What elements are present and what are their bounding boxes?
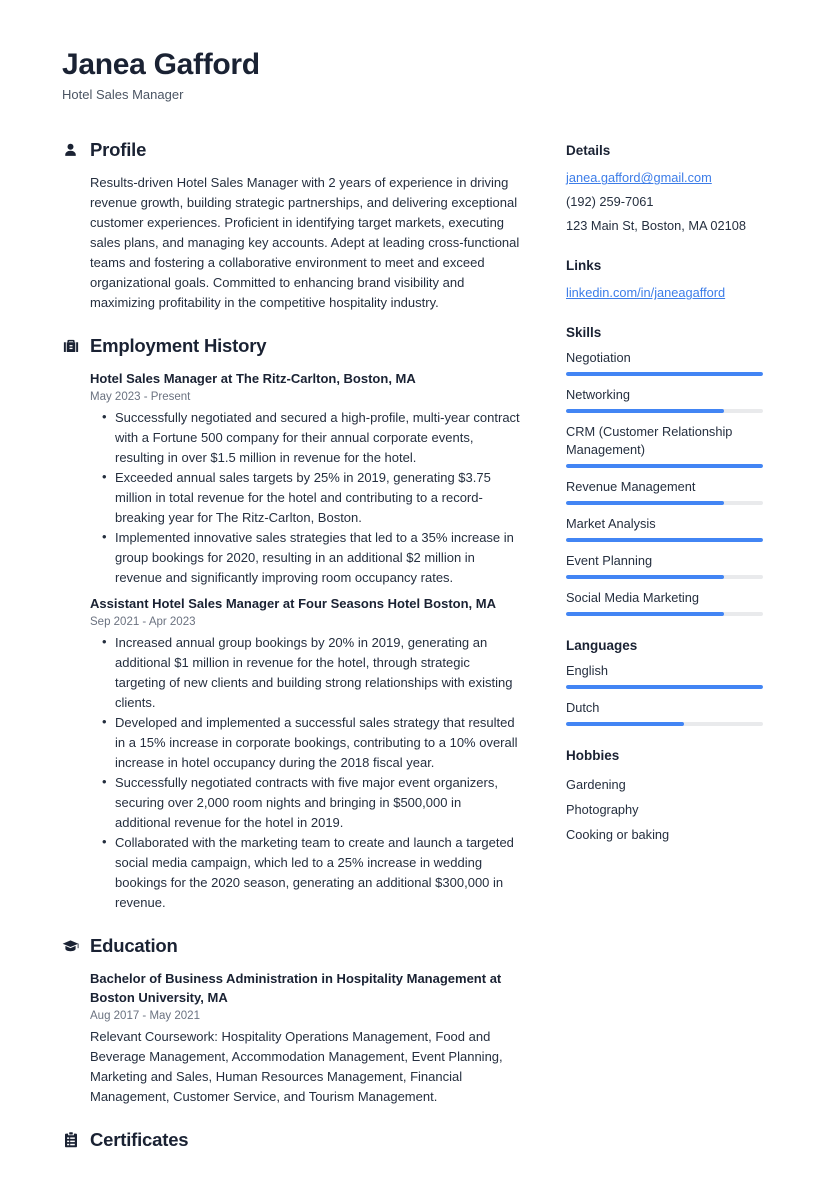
skill-row: Networking [566, 386, 769, 414]
skill-label: Networking [566, 387, 631, 403]
hobbies-title: Hobbies [566, 748, 620, 764]
entry-description: Relevant Coursework: Hospitality Operati… [90, 1029, 503, 1105]
language-label: English [566, 663, 608, 679]
sidebar-column: Details janea.gafford@gmail.com (192) 25… [566, 139, 769, 869]
skill-rating-fill [566, 409, 724, 414]
language-label: Dutch [566, 700, 600, 716]
entry-title: Bachelor of Business Administration in H… [90, 971, 502, 1006]
entry-date: Aug 2017 - May 2021 [90, 1010, 200, 1023]
address-text: 123 Main St, Boston, MA 02108 [566, 218, 746, 234]
section-certificates: Certificates [62, 1129, 520, 1151]
bullet-item: Implemented innovative sales strategies … [90, 527, 520, 588]
section-profile: Profile Results-driven Hotel Sales Manag… [62, 139, 520, 313]
employment-entry: Assistant Hotel Sales Manager at Four Se… [90, 594, 520, 913]
candidate-job-title: Hotel Sales Manager [62, 86, 184, 102]
phone-text: (192) 259-7061 [566, 194, 654, 210]
bullet-item: Successfully negotiated contracts with f… [90, 772, 520, 833]
education-heading: Education [62, 935, 520, 957]
profile-body: Results-driven Hotel Sales Manager with … [62, 173, 520, 313]
skill-row: Negotiation [566, 349, 769, 377]
employment-entry: Hotel Sales Manager at The Ritz-Carlton,… [90, 369, 520, 588]
employment-title: Employment History [90, 335, 267, 357]
skill-row: CRM (Customer Relationship Management) [566, 423, 769, 469]
bullet-item: Increased annual group bookings by 20% i… [90, 632, 520, 713]
skill-rating-fill [566, 612, 724, 617]
skill-row: Event Planning [566, 552, 769, 580]
entry-title: Assistant Hotel Sales Manager at Four Se… [90, 596, 496, 612]
sidebar-languages: Languages English Dutch [566, 638, 769, 727]
main-column: Profile Results-driven Hotel Sales Manag… [62, 139, 520, 1173]
links-title: Links [566, 258, 602, 274]
skill-label: Revenue Management [566, 479, 696, 495]
skill-rating-fill [566, 575, 724, 580]
skill-rating-fill [566, 372, 763, 377]
entry-bullet-list: Increased annual group bookings by 20% i… [90, 632, 520, 913]
sidebar-hobbies: Hobbies Gardening Photography Cooking or… [566, 748, 769, 847]
skill-rating-fill [566, 464, 763, 469]
skill-row: Market Analysis [566, 515, 769, 543]
bullet-item: Collaborated with the marketing team to … [90, 832, 520, 913]
skill-label: Market Analysis [566, 516, 656, 532]
education-title: Education [90, 935, 178, 957]
sidebar-skills: Skills Negotiation Networking CRM (Custo… [566, 325, 769, 617]
hobby-item: Cooking or baking [566, 827, 670, 843]
resume-header: Janea Gafford Hotel Sales Manager [62, 46, 771, 103]
skill-label: Social Media Marketing [566, 590, 700, 606]
certificates-heading: Certificates [62, 1129, 520, 1151]
skill-rating-bar [566, 501, 763, 506]
skill-row: Social Media Marketing [566, 589, 769, 617]
skill-rating-fill [566, 538, 763, 543]
education-body: Bachelor of Business Administration in H… [62, 969, 520, 1107]
skill-label: Negotiation [566, 350, 631, 366]
entry-title: Hotel Sales Manager at The Ritz-Carlton,… [90, 371, 416, 387]
sidebar-links: Links linkedin.com/in/janeagafford [566, 258, 769, 303]
profile-heading: Profile [62, 139, 520, 161]
skill-rating-fill [566, 501, 724, 506]
resume-page: Janea Gafford Hotel Sales Manager Profil… [0, 0, 833, 1178]
language-rating-bar [566, 685, 763, 690]
certificates-title: Certificates [90, 1129, 189, 1151]
language-row: English [566, 662, 769, 690]
skill-label: Event Planning [566, 553, 653, 569]
bullet-item: Successfully negotiated and secured a hi… [90, 407, 520, 468]
email-link[interactable]: janea.gafford@gmail.com [566, 167, 769, 188]
section-education: Education Bachelor of Business Administr… [62, 935, 520, 1107]
skill-row: Revenue Management [566, 478, 769, 506]
skill-rating-bar [566, 372, 763, 377]
user-icon [62, 141, 79, 159]
section-employment: Employment History Hotel Sales Manager a… [62, 335, 520, 913]
languages-title: Languages [566, 638, 638, 654]
language-rating-fill [566, 722, 685, 727]
bullet-item: Developed and implemented a successful s… [90, 712, 520, 773]
hobby-item: Gardening [566, 777, 626, 793]
sidebar-details: Details janea.gafford@gmail.com (192) 25… [566, 143, 769, 236]
skill-rating-bar [566, 612, 763, 617]
skill-rating-bar [566, 575, 763, 580]
employment-body: Hotel Sales Manager at The Ritz-Carlton,… [62, 369, 520, 913]
language-rating-fill [566, 685, 763, 690]
language-rating-bar [566, 722, 763, 727]
briefcase-icon [62, 337, 79, 355]
skill-rating-bar [566, 409, 763, 414]
skill-rating-bar [566, 464, 763, 469]
details-title: Details [566, 143, 611, 159]
entry-date: Sep 2021 - Apr 2023 [90, 616, 196, 629]
bullet-item: Exceeded annual sales targets by 25% in … [90, 467, 520, 528]
skills-title: Skills [566, 325, 602, 341]
hobby-item: Photography [566, 802, 639, 818]
profile-title: Profile [90, 139, 147, 161]
clipboard-icon [62, 1131, 79, 1149]
resume-body: Profile Results-driven Hotel Sales Manag… [62, 139, 771, 1173]
employment-heading: Employment History [62, 335, 520, 357]
skill-rating-bar [566, 538, 763, 543]
language-row: Dutch [566, 699, 769, 727]
profile-text: Results-driven Hotel Sales Manager with … [90, 175, 520, 311]
education-entry: Bachelor of Business Administration in H… [90, 969, 520, 1107]
skill-label: CRM (Customer Relationship Management) [566, 424, 733, 458]
linkedin-link[interactable]: linkedin.com/in/janeagafford [566, 282, 769, 303]
entry-date: May 2023 - Present [90, 391, 191, 404]
graduation-cap-icon [62, 937, 79, 955]
entry-bullet-list: Successfully negotiated and secured a hi… [90, 407, 520, 588]
candidate-name: Janea Gafford [62, 48, 260, 81]
